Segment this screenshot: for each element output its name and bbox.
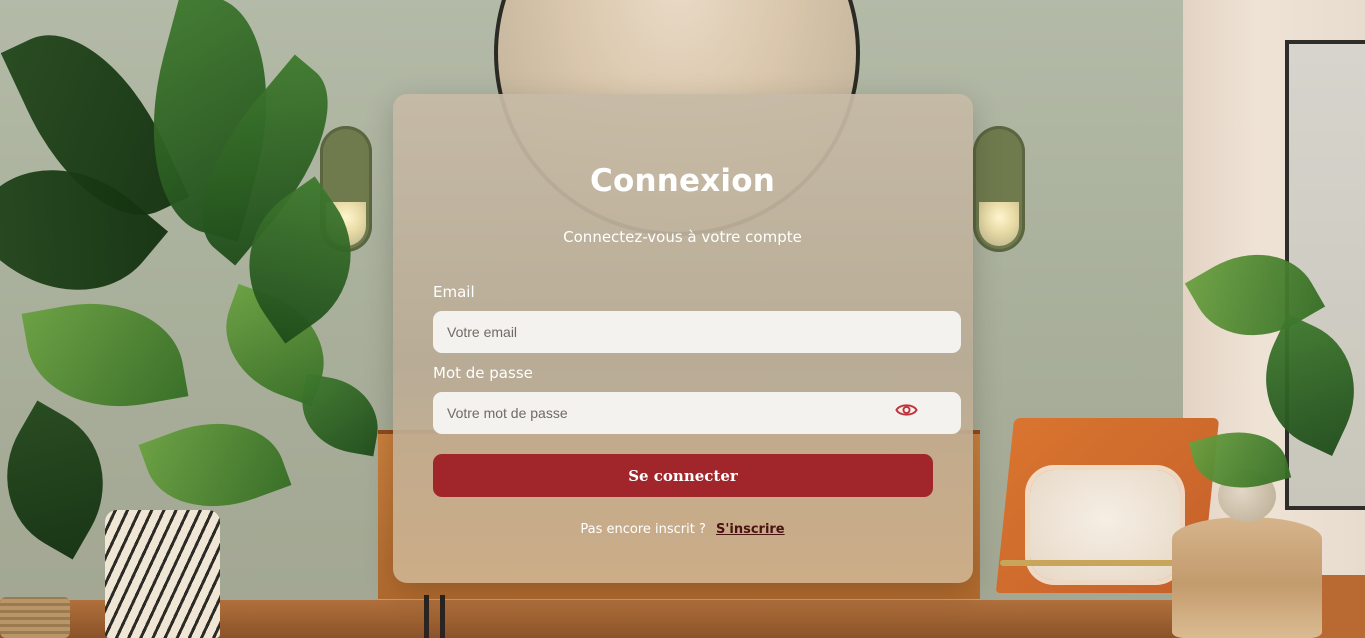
sideboard-leg <box>424 595 429 638</box>
login-subtitle: Connectez-vous à votre compte <box>563 228 802 246</box>
email-label: Email <box>433 283 475 301</box>
signup-link[interactable]: S'inscrire <box>716 522 785 537</box>
password-input[interactable] <box>433 392 961 434</box>
password-label: Mot de passe <box>433 364 533 382</box>
login-title: Connexion <box>590 163 775 199</box>
login-submit-button[interactable]: Se connecter <box>433 454 933 497</box>
sideboard-leg <box>440 595 445 638</box>
background-scene: Connexion Connectez-vous à votre compte … <box>0 0 1365 638</box>
email-input[interactable] <box>433 311 961 353</box>
eye-icon[interactable] <box>895 401 918 419</box>
signup-prompt: Pas encore inscrit ? <box>580 522 706 537</box>
woven-basket <box>0 597 70 638</box>
signup-row: Pas encore inscrit ? S'inscrire <box>0 522 1365 537</box>
